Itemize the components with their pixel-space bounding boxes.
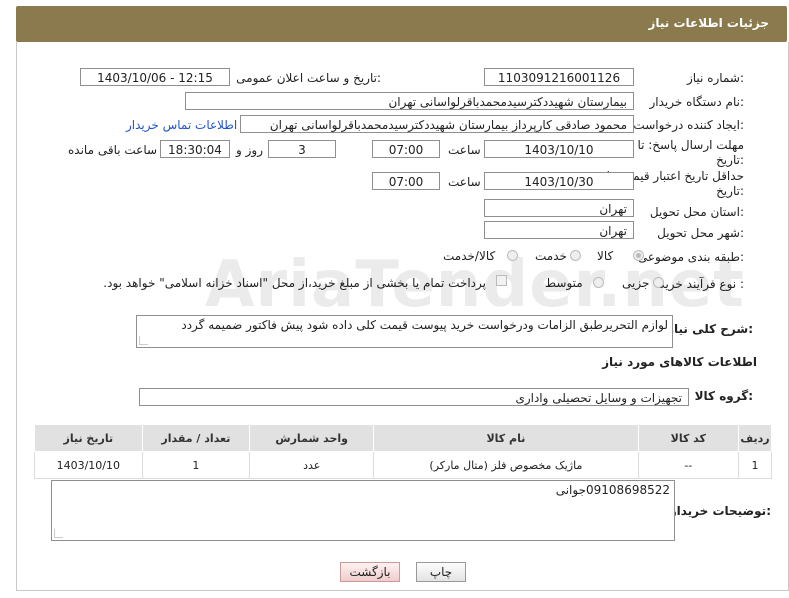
page-title: جزئیات اطلاعات نیاز xyxy=(648,16,769,30)
need-number-label: شماره نیاز: xyxy=(686,71,744,85)
process-label: نوع فرآیند خرید : xyxy=(659,277,744,291)
col-item-code: کد کالا xyxy=(637,424,740,452)
city-field: تهران xyxy=(484,221,634,239)
buyer-field: بیمارستان شهیددکترسیدمحمدباقرلواسانی تهر… xyxy=(185,92,634,110)
city-label: شهر محل تحویل: xyxy=(657,226,744,240)
back-button[interactable]: بازگشت xyxy=(340,562,400,582)
creator-label: ایجاد کننده درخواست: xyxy=(633,118,744,132)
col-quantity: تعداد / مقدار xyxy=(141,424,251,452)
buyer-label: نام دستگاه خریدار: xyxy=(649,95,745,109)
page-header: جزئیات اطلاعات نیاز xyxy=(16,6,787,42)
treasury-payment-note: پرداخت تمام یا بخشی از مبلغ خرید،از محل … xyxy=(103,276,486,290)
announce-datetime-field: 1403/10/06 - 12:15 xyxy=(80,68,230,86)
category-option-goods: کالا xyxy=(597,249,614,263)
need-number-field: 1103091216001126 xyxy=(484,68,634,86)
treasury-payment-checkbox[interactable] xyxy=(496,275,507,286)
description-text: لوازم التحریرطبق الزامات ودرخواست خرید پ… xyxy=(181,318,668,332)
province-label: استان محل تحویل: xyxy=(649,205,744,219)
category-radio-goods[interactable] xyxy=(633,250,644,261)
buyer-notes-textarea[interactable]: 09108698522جوانی xyxy=(51,480,675,541)
items-section-title: اطلاعات کالاهای مورد نیاز xyxy=(602,355,757,369)
goods-group-field: تجهیزات و وسایل تحصیلی واداری xyxy=(139,388,689,406)
cell-unit: عدد xyxy=(249,451,375,479)
deadline-time-field: 07:00 xyxy=(372,140,440,158)
process-option-medium: متوسط xyxy=(545,276,583,290)
col-item-name: نام کالا xyxy=(373,424,639,452)
province-field: تهران xyxy=(484,199,634,217)
cell-quantity: 1 xyxy=(141,451,251,479)
remaining-time-field: 18:30:04 xyxy=(160,140,230,158)
deadline-date-field: 1403/10/10 xyxy=(484,140,634,158)
buyer-contact-link[interactable]: اطلاعات تماس خریدار xyxy=(126,118,237,132)
cell-item-code: -- xyxy=(637,451,740,479)
resize-grip-icon[interactable] xyxy=(54,529,63,538)
deadline-date-label: تاریخ: xyxy=(716,153,744,167)
announce-label: تاریخ و ساعت اعلان عمومی: xyxy=(236,71,381,85)
print-button[interactable]: چاپ xyxy=(416,562,466,582)
description-label: شرح کلی نیاز: xyxy=(667,322,753,336)
buyer-notes-label: توضیحات خریدار: xyxy=(669,504,771,518)
creator-field: محمود صادقی کارپرداز بیمارستان شهیددکترس… xyxy=(240,115,634,133)
col-need-date: تاریخ نیاز xyxy=(34,424,143,452)
days-label: روز و xyxy=(236,143,263,157)
category-option-goods-service: کالا/خدمت xyxy=(443,249,496,263)
process-option-minor: جزیی xyxy=(622,276,650,290)
items-table: ردیف کد کالا نام کالا واحد شمارش تعداد /… xyxy=(34,424,772,479)
deadline-time-label: ساعت xyxy=(448,143,481,157)
col-row-number: ردیف xyxy=(738,424,772,452)
category-radio-service[interactable] xyxy=(570,250,581,261)
goods-group-label: گروه کالا: xyxy=(694,389,753,403)
validity-time-label: ساعت xyxy=(448,175,481,189)
cell-item-name: ماژیک مخصوص فلز (متال مارکر) xyxy=(373,451,639,479)
days-field: 3 xyxy=(268,140,336,158)
category-label: طبقه بندی موضوعی: xyxy=(637,250,744,264)
category-radio-goods-service[interactable] xyxy=(507,250,518,261)
deadline-label: مهلت ارسال پاسخ: تا xyxy=(637,138,744,152)
category-option-service: خدمت xyxy=(535,249,567,263)
table-row[interactable]: 1 -- ماژیک مخصوص فلز (متال مارکر) عدد 1 … xyxy=(34,451,772,479)
cell-row-number: 1 xyxy=(738,451,772,479)
remaining-label: ساعت باقی مانده xyxy=(68,143,158,157)
validity-date-field: 1403/10/30 xyxy=(484,172,634,190)
table-header-row: ردیف کد کالا نام کالا واحد شمارش تعداد /… xyxy=(34,424,772,452)
buyer-notes-text: 09108698522جوانی xyxy=(555,483,670,497)
process-radio-minor[interactable] xyxy=(653,277,664,288)
process-radio-medium[interactable] xyxy=(593,277,604,288)
validity-time-field: 07:00 xyxy=(372,172,440,190)
validity-date-label: تاریخ: xyxy=(716,184,744,198)
description-textarea[interactable]: لوازم التحریرطبق الزامات ودرخواست خرید پ… xyxy=(136,315,673,348)
resize-grip-icon[interactable] xyxy=(139,336,148,345)
cell-need-date: 1403/10/10 xyxy=(34,451,143,479)
col-unit: واحد شمارش xyxy=(249,424,375,452)
